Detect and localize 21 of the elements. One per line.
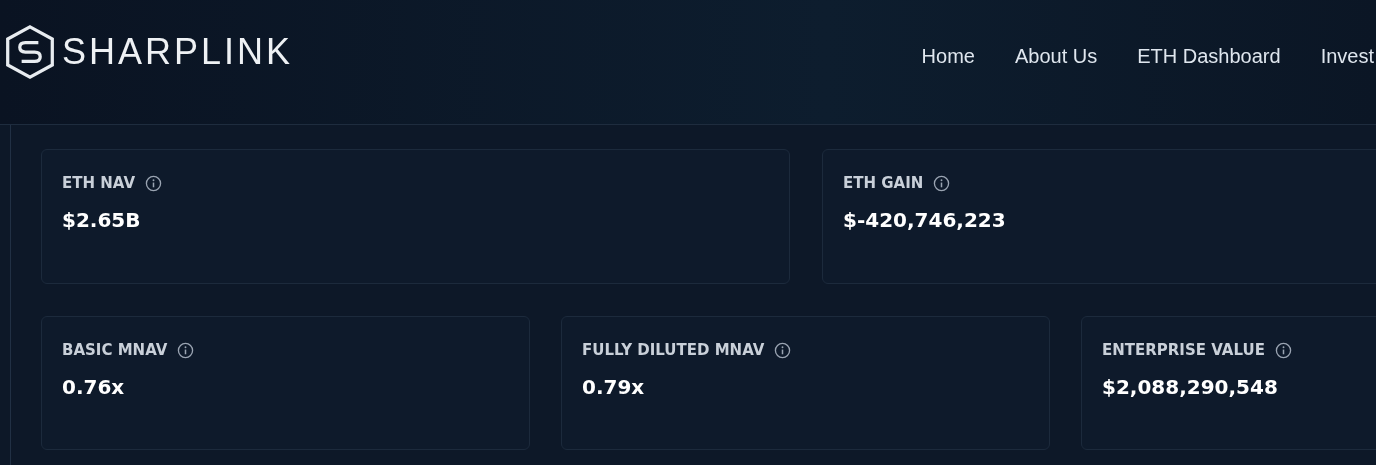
info-icon[interactable] xyxy=(933,174,951,192)
metric-label: BASIC MNAV xyxy=(62,341,168,359)
metric-value: 0.76x xyxy=(62,375,125,399)
info-icon[interactable] xyxy=(145,174,162,192)
metric-value: $-420,746,223 xyxy=(843,208,1006,232)
metric-label: ETH GAIN xyxy=(843,174,924,192)
nav-link[interactable]: About Us xyxy=(1014,44,1098,68)
metric-value: 0.79x xyxy=(582,375,645,399)
nav-link[interactable]: Invest xyxy=(1320,44,1374,68)
metric-label: ENTERPRISE VALUE xyxy=(1102,341,1265,359)
logo-icon xyxy=(4,24,56,80)
info-icon[interactable] xyxy=(177,341,195,359)
metric-label: ETH NAV xyxy=(62,174,135,192)
info-icon[interactable] xyxy=(774,341,792,359)
metric-label: FULLY DILUTED MNAV xyxy=(582,341,765,359)
nav-link[interactable]: ETH Dashboard xyxy=(1137,44,1281,68)
metric-value: $2.65B xyxy=(62,208,141,232)
nav-link[interactable]: Home xyxy=(921,44,975,68)
info-icon[interactable] xyxy=(1274,341,1292,359)
brand-name: SHARPLINK xyxy=(62,31,294,73)
metric-value: $2,088,290,548 xyxy=(1102,375,1278,399)
